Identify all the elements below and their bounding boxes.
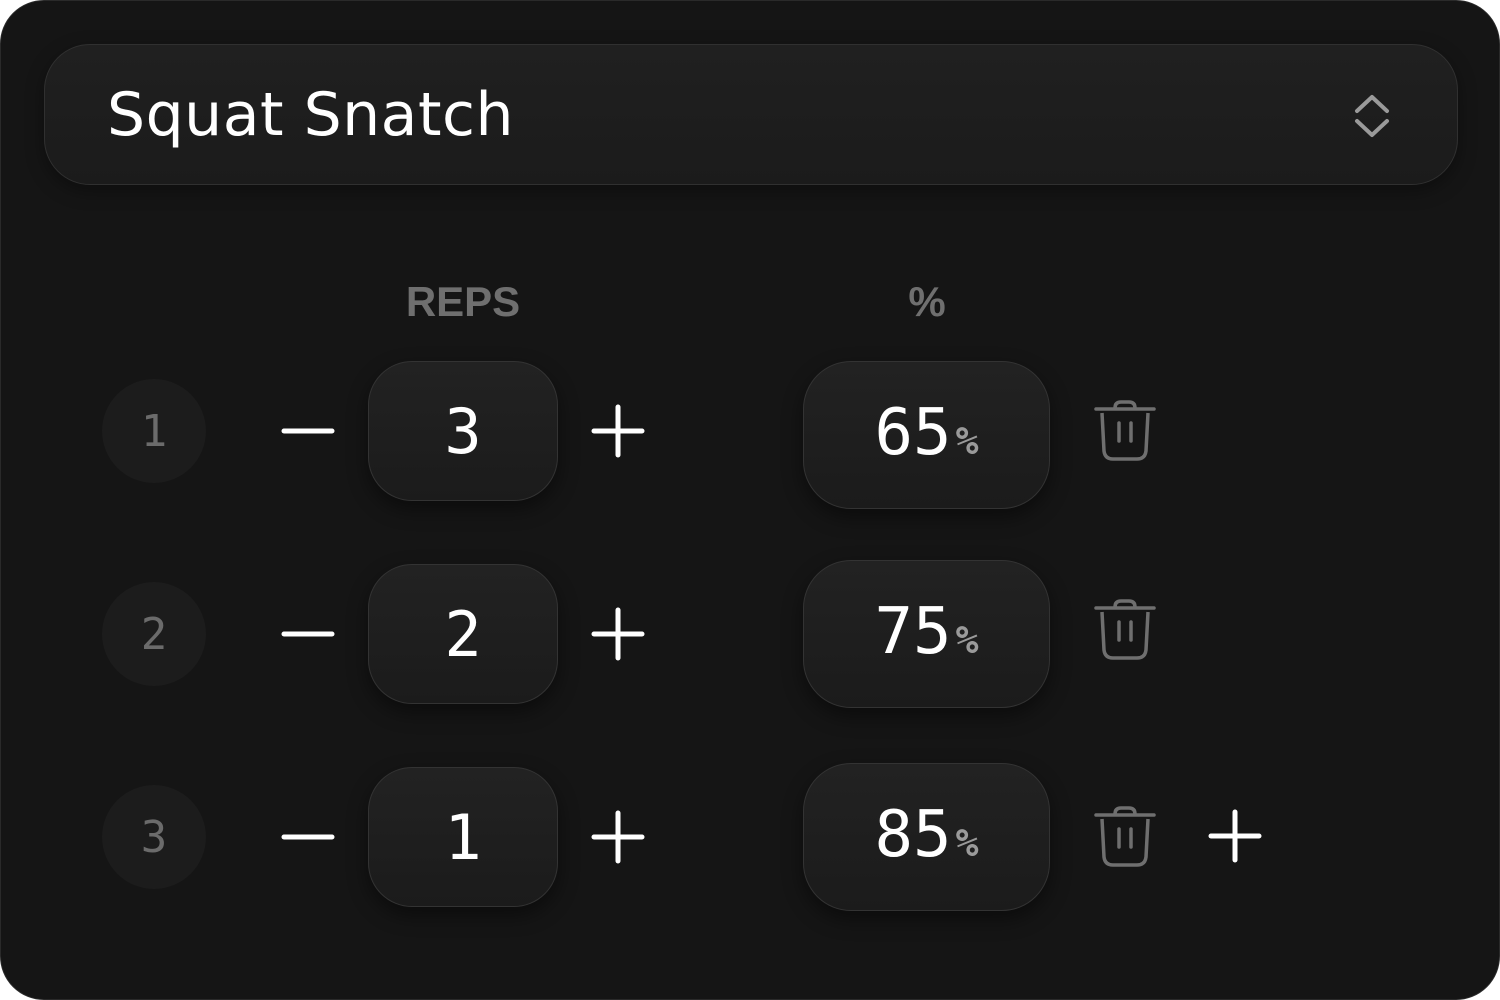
set-number-badge: 3 — [102, 785, 206, 889]
set-editor-card: Squat Snatch REPS % 1 3 65 % 2 2 75 % 3 … — [0, 0, 1500, 1000]
reps-input[interactable]: 1 — [368, 767, 558, 907]
decrement-reps-button[interactable] — [281, 607, 335, 661]
percent-input[interactable]: 65 % — [803, 361, 1050, 509]
increment-reps-button[interactable] — [591, 810, 645, 864]
trash-icon[interactable] — [1093, 805, 1157, 869]
percent-unit: % — [955, 821, 979, 865]
percent-value: 75 — [874, 595, 952, 669]
percent-value: 65 — [874, 396, 952, 470]
reps-value: 3 — [444, 394, 482, 468]
increment-reps-button[interactable] — [591, 607, 645, 661]
exercise-select-value: Squat Snatch — [107, 80, 514, 150]
reps-input[interactable]: 2 — [368, 564, 558, 704]
increment-reps-button[interactable] — [591, 404, 645, 458]
set-number-badge: 1 — [102, 379, 206, 483]
percent-unit: % — [955, 419, 979, 463]
trash-icon[interactable] — [1093, 399, 1157, 463]
set-number-badge: 2 — [102, 582, 206, 686]
reps-column-header: REPS — [405, 278, 521, 325]
reps-value: 2 — [444, 597, 482, 671]
add-set-button[interactable] — [1208, 809, 1262, 863]
reps-value: 1 — [444, 800, 482, 874]
percent-column-header: % — [908, 278, 946, 325]
percent-value: 85 — [874, 798, 952, 872]
decrement-reps-button[interactable] — [281, 404, 335, 458]
percent-input[interactable]: 85 % — [803, 763, 1050, 911]
chevron-up-down-icon — [1355, 95, 1389, 137]
reps-input[interactable]: 3 — [368, 361, 558, 501]
exercise-select[interactable]: Squat Snatch — [44, 44, 1458, 185]
percent-unit: % — [955, 618, 979, 662]
trash-icon[interactable] — [1093, 598, 1157, 662]
percent-input[interactable]: 75 % — [803, 560, 1050, 708]
decrement-reps-button[interactable] — [281, 810, 335, 864]
